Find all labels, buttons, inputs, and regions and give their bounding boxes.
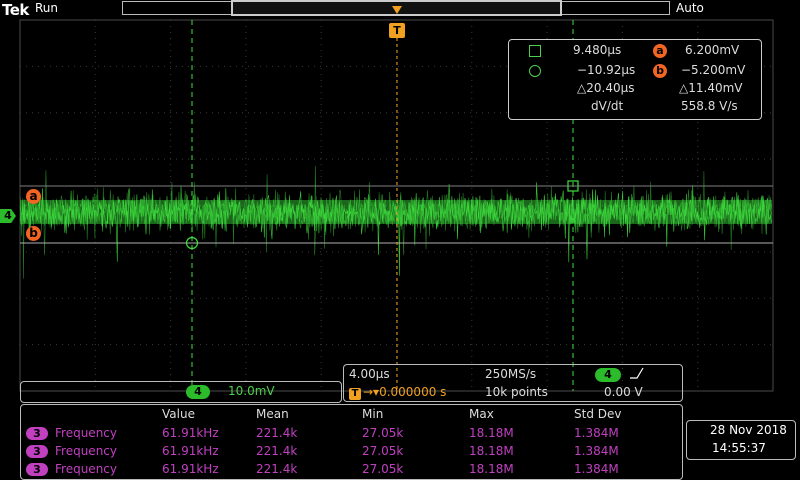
channel-3-badge: 3 (26, 463, 48, 476)
meas-min: 27.05k (362, 444, 404, 458)
trigger-level[interactable]: 0.00 V (604, 385, 643, 399)
meas-std-dev: 1.384M (574, 462, 619, 476)
cursor-b-value: −5.200mV (681, 63, 746, 77)
channel-4-scale[interactable]: 10.0mV (228, 384, 275, 398)
meas-mean: 221.4k (256, 444, 298, 458)
channel-3-badge: 3 (26, 427, 48, 440)
trigger-position-value: 0.000000 s (379, 385, 447, 399)
meas-std-dev: 1.384M (574, 444, 619, 458)
cursor-b-marker[interactable]: b (26, 226, 41, 241)
meas-header-value: Value (162, 407, 195, 421)
trigger-position-badge: T (349, 388, 361, 400)
trigger-position-arrow-icon (392, 6, 402, 14)
meas-mean: 221.4k (256, 426, 298, 440)
trace-density-band (20, 200, 772, 224)
cursor-b-badge: b (653, 64, 667, 78)
meas-value: 61.91kHz (162, 444, 219, 458)
cursor-a-time: 9.480µs (573, 43, 622, 57)
cursor-a-marker[interactable]: a (26, 189, 41, 204)
channel-3-badge: 3 (26, 445, 48, 458)
record-length[interactable]: 10k points (485, 385, 548, 399)
cursor-readout-panel: 9.480µs a 6.200mV −10.92µs b −5.200mV △2… (508, 39, 762, 120)
meas-mean: 221.4k (256, 462, 298, 476)
noise-trace-path (19, 182, 773, 276)
trigger-source-badge[interactable]: 4 (595, 368, 621, 382)
measurement-row[interactable]: 3 Frequency 61.91kHz 221.4k 27.05k 18.18… (0, 462, 800, 478)
meas-header-min: Min (362, 407, 384, 421)
sample-rate: 250MS/s (485, 367, 537, 381)
cursor-delta-time: △20.40µs (577, 81, 635, 95)
meas-value: 61.91kHz (162, 462, 219, 476)
cursor-b-time: −10.92µs (577, 63, 636, 77)
meas-name: Frequency (55, 462, 117, 476)
cursor-a-badge: a (653, 44, 667, 58)
trigger-position-readout[interactable]: T →▾0.000000 s (349, 385, 446, 400)
date: 28 Nov 2018 (710, 423, 787, 437)
measurement-row[interactable]: 3 Frequency 61.91kHz 221.4k 27.05k 18.18… (0, 426, 800, 442)
channel-4-badge[interactable]: 4 (186, 385, 210, 399)
meas-header-mean: Mean (256, 407, 289, 421)
meas-max: 18.18M (469, 444, 514, 458)
meas-value: 61.91kHz (162, 426, 219, 440)
meas-name: Frequency (55, 444, 117, 458)
meas-min: 27.05k (362, 462, 404, 476)
meas-header-max: Max (469, 407, 494, 421)
cursor-b-circle-icon (529, 65, 541, 77)
slope-value: 558.8 V/s (681, 99, 738, 113)
meas-max: 18.18M (469, 426, 514, 440)
meas-name: Frequency (55, 426, 117, 440)
timebase[interactable]: 4.00µs (349, 367, 390, 381)
vertical-scale-panel[interactable] (20, 381, 342, 403)
meas-std-dev: 1.384M (574, 426, 619, 440)
meas-max: 18.18M (469, 462, 514, 476)
time: 14:55:37 (712, 441, 766, 455)
meas-header-std-dev: Std Dev (574, 407, 622, 421)
slope-label: dV/dt (591, 99, 624, 113)
trigger-slope-icon[interactable] (629, 366, 645, 383)
measurement-row[interactable]: 3 Frequency 61.91kHz 221.4k 27.05k 18.18… (0, 444, 800, 460)
meas-min: 27.05k (362, 426, 404, 440)
cursor-a-square-icon (529, 45, 541, 57)
trigger-marker[interactable]: T (389, 23, 405, 38)
cursor-a-value: 6.200mV (685, 43, 740, 57)
cursor-delta-value: △11.40mV (679, 81, 743, 95)
